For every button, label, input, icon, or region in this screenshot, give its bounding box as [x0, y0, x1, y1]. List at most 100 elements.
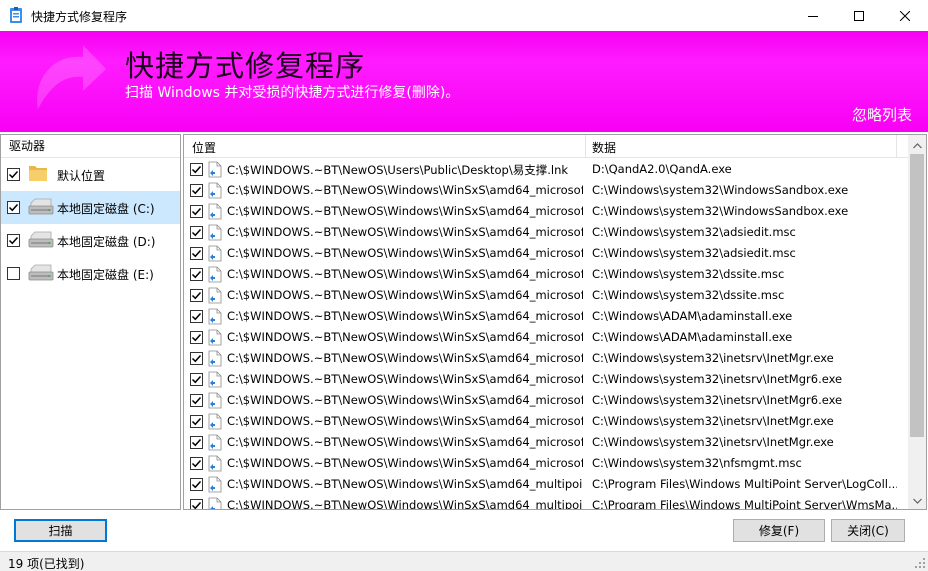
shortcut-row[interactable]: C:\$WINDOWS.~BT\NewOS\Windows\WinSxS\amd… — [184, 474, 908, 495]
column-divider[interactable] — [896, 135, 897, 158]
drive-checkbox[interactable] — [7, 267, 20, 280]
drive-panel: 驱动器 默认位置 本地固定磁盘 (C:) 本地固定磁盘 (D:) 本地固定磁盘 (E:… — [0, 134, 181, 510]
scroll-up-button[interactable] — [908, 137, 926, 154]
row-checkbox[interactable] — [190, 247, 203, 260]
vertical-scrollbar[interactable] — [908, 135, 926, 509]
shortcut-file-icon — [208, 161, 222, 181]
column-header-data[interactable]: 数据 — [592, 139, 616, 156]
shortcut-file-icon — [208, 266, 222, 286]
row-position: C:\$WINDOWS.~BT\NewOS\Windows\WinSxS\amd… — [227, 225, 583, 239]
shortcut-row[interactable]: C:\$WINDOWS.~BT\NewOS\Windows\WinSxS\amd… — [184, 411, 908, 432]
shortcut-row[interactable]: C:\$WINDOWS.~BT\NewOS\Windows\WinSxS\amd… — [184, 201, 908, 222]
row-checkbox[interactable] — [190, 310, 203, 323]
shortcut-file-icon — [208, 245, 222, 265]
maximize-button[interactable] — [836, 0, 882, 31]
shortcut-row[interactable]: C:\$WINDOWS.~BT\NewOS\Users\Public\Deskt… — [184, 159, 908, 180]
row-position: C:\$WINDOWS.~BT\NewOS\Windows\WinSxS\amd… — [227, 183, 583, 197]
close-button[interactable]: 关闭(C) — [831, 519, 905, 542]
shortcut-row[interactable]: C:\$WINDOWS.~BT\NewOS\Windows\WinSxS\amd… — [184, 495, 908, 510]
row-data: C:\Windows\system32\dssite.msc — [592, 288, 785, 302]
row-data: D:\QandA2.0\QandA.exe — [592, 162, 732, 176]
row-data: C:\Windows\system32\inetsrv\InetMgr.exe — [592, 435, 834, 449]
row-checkbox[interactable] — [190, 373, 203, 386]
shortcut-file-icon — [208, 329, 222, 349]
shortcut-row[interactable]: C:\$WINDOWS.~BT\NewOS\Windows\WinSxS\amd… — [184, 390, 908, 411]
row-data: C:\Program Files\Windows MultiPoint Serv… — [592, 498, 897, 510]
row-data: C:\Windows\system32\inetsrv\InetMgr.exe — [592, 414, 834, 428]
row-checkbox[interactable] — [190, 331, 203, 344]
row-checkbox[interactable] — [190, 226, 203, 239]
shortcut-file-icon — [208, 224, 222, 244]
drive-label: 本地固定磁盘 (D:) — [57, 235, 156, 249]
close-icon — [900, 10, 910, 21]
banner-subtitle: 扫描 Windows 并对受损的快捷方式进行修复(删除)。 — [125, 85, 460, 101]
row-checkbox[interactable] — [190, 352, 203, 365]
window-title: 快捷方式修复程序 — [31, 10, 128, 24]
fix-button[interactable]: 修复(F) — [733, 519, 825, 542]
drive-item[interactable]: 本地固定磁盘 (D:) — [1, 224, 180, 257]
shortcut-row[interactable]: C:\$WINDOWS.~BT\NewOS\Windows\WinSxS\amd… — [184, 432, 908, 453]
shortcut-row[interactable]: C:\$WINDOWS.~BT\NewOS\Windows\WinSxS\amd… — [184, 180, 908, 201]
row-position: C:\$WINDOWS.~BT\NewOS\Windows\WinSxS\amd… — [227, 477, 583, 491]
row-checkbox[interactable] — [190, 457, 203, 470]
drive-item[interactable]: 本地固定磁盘 (E:) — [1, 257, 180, 290]
row-checkbox[interactable] — [190, 205, 203, 218]
shortcut-file-icon — [208, 476, 222, 496]
drive-item[interactable]: 本地固定磁盘 (C:) — [1, 191, 180, 224]
close-window-button[interactable] — [882, 0, 928, 31]
column-divider[interactable] — [585, 135, 586, 158]
shortcut-file-icon — [208, 350, 222, 370]
shortcut-row[interactable]: C:\$WINDOWS.~BT\NewOS\Windows\WinSxS\amd… — [184, 306, 908, 327]
row-position: C:\$WINDOWS.~BT\NewOS\Windows\WinSxS\amd… — [227, 393, 583, 407]
row-data: C:\Windows\ADAM\adaminstall.exe — [592, 309, 793, 323]
row-data: C:\Windows\system32\adsiedit.msc — [592, 246, 796, 260]
row-checkbox[interactable] — [190, 436, 203, 449]
scroll-down-button[interactable] — [908, 492, 926, 509]
minimize-button[interactable] — [790, 0, 836, 31]
drive-checkbox[interactable] — [7, 234, 20, 247]
ignore-list-link[interactable]: 忽略列表 — [852, 104, 912, 125]
status-bar: 19 项(已找到) — [0, 551, 928, 571]
scroll-thumb[interactable] — [910, 154, 924, 437]
row-position: C:\$WINDOWS.~BT\NewOS\Windows\WinSxS\amd… — [227, 414, 583, 428]
drive-checkbox[interactable] — [7, 168, 20, 181]
shortcut-file-icon — [208, 371, 222, 391]
column-header-position[interactable]: 位置 — [192, 139, 216, 156]
shortcut-list: 位置 数据 C:\$WINDOWS.~BT\NewOS\Users\Public… — [183, 134, 927, 510]
row-checkbox[interactable] — [190, 163, 203, 176]
drive-item[interactable]: 默认位置 — [1, 158, 180, 191]
row-checkbox[interactable] — [190, 268, 203, 281]
drive-icon — [27, 228, 55, 253]
shortcut-row[interactable]: C:\$WINDOWS.~BT\NewOS\Windows\WinSxS\amd… — [184, 348, 908, 369]
shortcut-row[interactable]: C:\$WINDOWS.~BT\NewOS\Windows\WinSxS\amd… — [184, 285, 908, 306]
row-checkbox[interactable] — [190, 289, 203, 302]
shortcut-file-icon — [208, 392, 222, 412]
drive-label: 本地固定磁盘 (C:) — [57, 202, 155, 216]
shortcut-row[interactable]: C:\$WINDOWS.~BT\NewOS\Windows\WinSxS\amd… — [184, 369, 908, 390]
row-position: C:\$WINDOWS.~BT\NewOS\Windows\WinSxS\amd… — [227, 456, 583, 470]
row-checkbox[interactable] — [190, 184, 203, 197]
scan-button[interactable]: 扫描 — [14, 519, 107, 542]
drive-label: 默认位置 — [57, 169, 106, 183]
row-position: C:\$WINDOWS.~BT\NewOS\Windows\WinSxS\amd… — [227, 351, 583, 365]
shortcut-row[interactable]: C:\$WINDOWS.~BT\NewOS\Windows\WinSxS\amd… — [184, 327, 908, 348]
row-checkbox[interactable] — [190, 415, 203, 428]
row-checkbox[interactable] — [190, 499, 203, 509]
row-position: C:\$WINDOWS.~BT\NewOS\Windows\WinSxS\amd… — [227, 267, 583, 281]
title-bar: 快捷方式修复程序 — [0, 0, 928, 31]
row-checkbox[interactable] — [190, 394, 203, 407]
shortcut-row[interactable]: C:\$WINDOWS.~BT\NewOS\Windows\WinSxS\amd… — [184, 453, 908, 474]
row-position: C:\$WINDOWS.~BT\NewOS\Windows\WinSxS\amd… — [227, 435, 583, 449]
row-position: C:\$WINDOWS.~BT\NewOS\Windows\WinSxS\amd… — [227, 372, 583, 386]
shortcut-row[interactable]: C:\$WINDOWS.~BT\NewOS\Windows\WinSxS\amd… — [184, 264, 908, 285]
row-position: C:\$WINDOWS.~BT\NewOS\Windows\WinSxS\amd… — [227, 498, 583, 510]
shortcut-file-icon — [208, 497, 222, 509]
shortcut-row[interactable]: C:\$WINDOWS.~BT\NewOS\Windows\WinSxS\amd… — [184, 243, 908, 264]
row-checkbox[interactable] — [190, 478, 203, 491]
drive-icon — [27, 261, 55, 286]
drive-icon — [27, 195, 55, 220]
drive-checkbox[interactable] — [7, 201, 20, 214]
row-position: C:\$WINDOWS.~BT\NewOS\Windows\WinSxS\amd… — [227, 204, 583, 218]
shortcut-row[interactable]: C:\$WINDOWS.~BT\NewOS\Windows\WinSxS\amd… — [184, 222, 908, 243]
resize-grip-icon[interactable] — [914, 557, 926, 569]
